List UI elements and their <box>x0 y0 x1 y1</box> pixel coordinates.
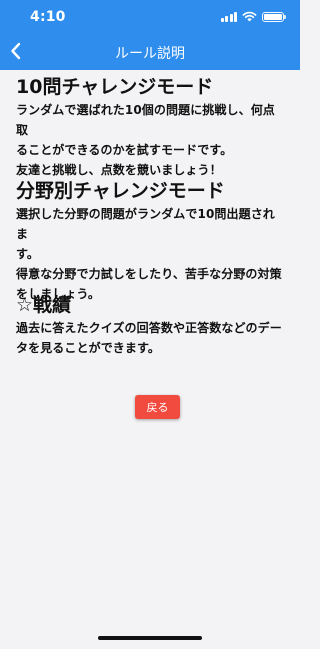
section-body-line: 選択した分野の問題がランダムで10問出題されま <box>16 207 275 241</box>
cellular-signal-icon <box>220 11 237 22</box>
section-body-line: 友達と挑戦し、点数を競いましょう！ <box>16 163 222 177</box>
section-results: ☆戦績 過去に答えたクイズの回答数や正答数などのデー タを見ることができます。 <box>16 292 286 358</box>
section-body-line: タを見ることができます。 <box>16 341 161 355</box>
section-body-line: ランダムで選ばれた10個の問題に挑戦し、何点取 <box>16 103 275 137</box>
return-button[interactable]: 戻る <box>135 395 180 419</box>
rules-screen: 4:10 ルール説明 10問チャレンジモード ランダムで選ばれた10個の問題に挑… <box>0 0 300 649</box>
home-indicator[interactable] <box>98 636 202 640</box>
section-body-line: ることができるのかを試すモードです。 <box>16 143 233 157</box>
wifi-icon <box>242 11 257 22</box>
section-ten-question-mode: 10問チャレンジモード ランダムで選ばれた10個の問題に挑戦し、何点取 ることが… <box>16 74 286 180</box>
section-title: 10問チャレンジモード <box>16 76 214 98</box>
section-title: 分野別チャレンジモード <box>16 180 225 202</box>
nav-title: ルール説明 <box>115 46 185 62</box>
status-icons <box>220 11 286 22</box>
battery-icon <box>262 11 286 22</box>
section-body-line: 過去に答えたクイズの回答数や正答数などのデー <box>16 321 282 335</box>
header-bar: 4:10 ルール説明 <box>0 0 300 70</box>
status-time: 4:10 <box>30 9 66 25</box>
section-body-line: す。 <box>16 247 40 261</box>
section-title: ☆戦績 <box>16 294 72 316</box>
section-category-mode: 分野別チャレンジモード 選択した分野の問題がランダムで10問出題されま す。 得… <box>16 178 286 304</box>
section-body-line: 得意な分野で力試しをしたり、苦手な分野の対策 <box>16 267 282 281</box>
